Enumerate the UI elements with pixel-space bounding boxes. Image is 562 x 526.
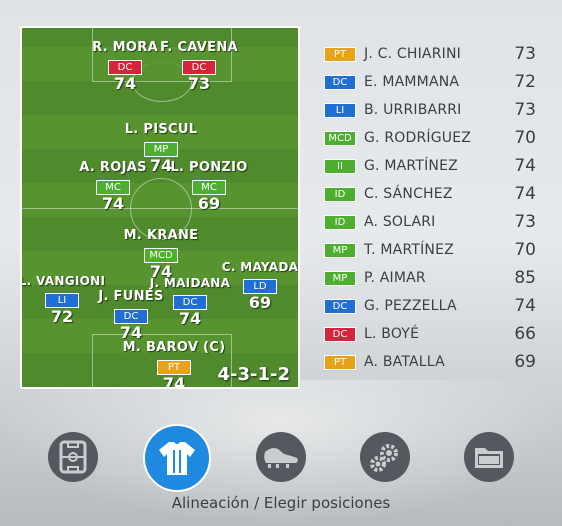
tactics-board-icon (59, 440, 87, 474)
gears-icon (370, 444, 398, 472)
player-rating: 69 (248, 293, 272, 312)
list-item[interactable]: MP T. MARTÍNEZ 70 (324, 236, 544, 264)
pitch-player[interactable]: C. MAYADA LD 69 (200, 260, 299, 312)
player-name: L. BOYÉ (364, 326, 420, 342)
boot-icon (264, 448, 298, 468)
player-name: E. MAMMANA (364, 74, 460, 90)
player-rating: 73 (514, 100, 536, 120)
list-item[interactable]: MCD G. RODRÍGUEZ 70 (324, 124, 544, 152)
position-badge: DC (324, 298, 356, 314)
player-name: M. BAROV (C) (122, 340, 226, 355)
player-rating: 70 (514, 128, 536, 148)
position-badge: MP (324, 270, 356, 286)
position-badge: MP (144, 142, 178, 157)
settings-button[interactable] (360, 432, 410, 482)
position-badge: ID (324, 214, 356, 230)
player-name: B. URRIBARRI (364, 102, 462, 118)
player-name: P. AIMAR (364, 270, 426, 286)
lineup-button[interactable] (143, 424, 211, 492)
position-badge: PT (324, 46, 356, 62)
substitutes-list: PT J. C. CHIARINI 73 DC E. MAMMANA 72 LI B. U… (324, 40, 544, 376)
position-badge: ID (324, 186, 356, 202)
position-badge: DC (324, 326, 356, 342)
player-name: G. RODRÍGUEZ (364, 130, 472, 146)
position-badge: DC (108, 60, 142, 75)
position-badge: MCD (144, 248, 178, 263)
player-name: F. CAVENA (160, 40, 238, 55)
position-badge: DC (182, 60, 216, 75)
formation-pitch: R. MORA DC 74 F. CAVENA DC 73 L. PISCUL … (20, 26, 300, 389)
list-item[interactable]: LI B. URRIBARRI 73 (324, 96, 544, 124)
pitch-player[interactable]: M. BAROV (C) PT 74 (114, 340, 234, 389)
player-rating: 74 (162, 374, 186, 389)
position-badge: PT (157, 360, 191, 375)
player-name: M. KRANE (123, 228, 199, 243)
player-name: C. MAYADA (221, 260, 299, 274)
player-rating: 70 (514, 240, 536, 260)
list-item[interactable]: DC L. BOYÉ 66 (324, 320, 544, 348)
player-name: L. PISCUL (124, 122, 198, 137)
position-badge: MC (192, 180, 226, 195)
list-item[interactable]: ID A. SOLARI 73 (324, 208, 544, 236)
pitch-player[interactable]: J. FUNES DC 74 (71, 289, 191, 342)
player-name: A. BATALLA (364, 354, 445, 370)
list-item[interactable]: DC G. PEZZELLA 74 (324, 292, 544, 320)
pitch-player[interactable]: F. CAVENA DC 73 (139, 40, 259, 93)
player-rating: 69 (197, 194, 221, 213)
player-name: J. FUNES (98, 289, 164, 304)
tactics-board-button[interactable] (48, 432, 98, 482)
player-name: L. PONZIO (170, 160, 248, 175)
list-item[interactable]: II G. MARTÍNEZ 74 (324, 152, 544, 180)
position-badge: DC (324, 74, 356, 90)
list-item[interactable]: PT A. BATALLA 69 (324, 348, 544, 376)
player-rating: 72 (514, 72, 536, 92)
player-rating: 66 (514, 324, 536, 344)
player-name: G. PEZZELLA (364, 298, 457, 314)
player-rating: 85 (514, 268, 536, 288)
position-badge: II (324, 158, 356, 174)
position-badge: MP (324, 242, 356, 258)
list-item[interactable]: ID C. SÁNCHEZ 74 (324, 180, 544, 208)
player-name: J. C. CHIARINI (364, 46, 461, 62)
player-rating: 74 (514, 156, 536, 176)
player-rating: 73 (187, 74, 211, 93)
position-badge: DC (114, 309, 148, 324)
folder-icon (475, 448, 503, 468)
position-badge: MC (96, 180, 130, 195)
formation-label: 4-3-1-2 (217, 364, 290, 385)
player-rating: 69 (514, 352, 536, 372)
player-name: L. VANGIONI (20, 274, 106, 288)
folder-button[interactable] (464, 432, 514, 482)
pitch-player[interactable]: L. PONZIO MC 69 (149, 160, 269, 213)
boots-button[interactable] (256, 432, 306, 482)
position-badge: PT (324, 354, 356, 370)
list-item[interactable]: MP P. AIMAR 85 (324, 264, 544, 292)
player-name: T. MARTÍNEZ (364, 242, 454, 258)
player-rating: 73 (514, 212, 536, 232)
player-name: G. MARTÍNEZ (364, 158, 458, 174)
jersey-icon (159, 442, 195, 475)
position-badge: LI (324, 102, 356, 118)
player-rating: 74 (514, 184, 536, 204)
position-badge: MCD (324, 130, 356, 146)
position-badge: LD (243, 279, 277, 294)
player-rating: 73 (514, 44, 536, 64)
list-item[interactable]: DC E. MAMMANA 72 (324, 68, 544, 96)
player-rating: 74 (514, 296, 536, 316)
player-name: A. SOLARI (364, 214, 436, 230)
list-item[interactable]: PT J. C. CHIARINI 73 (324, 40, 544, 68)
player-name: C. SÁNCHEZ (364, 186, 453, 202)
section-caption: Alineación / Elegir posiciones (171, 494, 391, 512)
